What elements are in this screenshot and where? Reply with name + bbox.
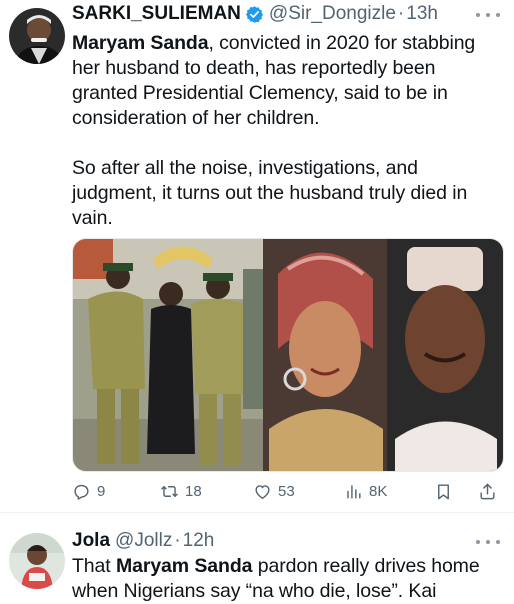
like-count: 53 [278, 482, 295, 500]
text-line: consideration of her children. [72, 107, 320, 129]
retweet-button[interactable]: 18 [160, 479, 202, 503]
text-line: vain. [72, 207, 113, 229]
share-icon [480, 483, 495, 499]
text-line: pardon really drives home [252, 555, 480, 577]
display-name[interactable]: SARKI_SULIEMAN [72, 3, 241, 25]
views-icon [347, 484, 361, 499]
timestamp[interactable]: 13h [406, 3, 438, 25]
text-line: granted Presidential Clemency, said to b… [72, 82, 448, 104]
more-icon[interactable] [476, 6, 500, 24]
share-button[interactable] [478, 479, 503, 503]
tweet-header: Jola @Jollz · 12h [72, 529, 214, 553]
tweet-text: Maryam Sanda, convicted in 2020 for stab… [72, 31, 502, 231]
timestamp[interactable]: 12h [183, 530, 215, 552]
separator-dot: · [174, 530, 181, 551]
separator-dot: · [397, 3, 405, 24]
reply-icon [74, 484, 89, 500]
tweet-text: That Maryam Sanda pardon really drives h… [72, 554, 502, 604]
display-name[interactable]: Jola [72, 530, 110, 552]
avatar[interactable] [9, 8, 65, 64]
bold-name: Maryam Sanda [115, 555, 253, 577]
text-line: when Nigerians say “na who die, lose”. K… [72, 580, 437, 602]
reply-count: 9 [97, 482, 106, 500]
user-handle[interactable]: @Jollz [115, 530, 172, 552]
tweet[interactable]: Jola @Jollz · 12h That Maryam Sanda pard… [0, 513, 514, 602]
retweet-icon [161, 485, 178, 497]
like-button[interactable]: 53 [253, 479, 295, 503]
tweet-actions: 9 18 53 8K [72, 479, 502, 503]
text-line: That [72, 555, 116, 577]
text-line: So after all the noise, investigations, … [72, 157, 418, 179]
retweet-count: 18 [185, 482, 202, 500]
text-line: , convicted in 2020 for stabbing [208, 32, 476, 54]
like-icon [255, 484, 270, 499]
verified-badge-icon [245, 5, 263, 23]
tweet-header: SARKI_SULIEMAN @Sir_Dongizle · 13h [72, 2, 438, 26]
media-image[interactable] [72, 238, 504, 472]
bold-name: Maryam Sanda [72, 32, 209, 54]
views-count: 8K [369, 482, 388, 500]
user-handle[interactable]: @Sir_Dongizle [269, 3, 396, 25]
bookmark-button[interactable] [434, 479, 459, 503]
more-icon[interactable] [476, 533, 500, 551]
text-line: her husband to death, has reportedly bee… [72, 57, 436, 79]
views-button[interactable]: 8K [344, 479, 387, 503]
reply-button[interactable]: 9 [72, 479, 105, 503]
bookmark-icon [438, 483, 449, 499]
tweet[interactable]: SARKI_SULIEMAN @Sir_Dongizle · 13h Marya… [0, 0, 514, 513]
text-line: judgment, it turns out the husband truly… [72, 182, 468, 204]
avatar[interactable] [9, 533, 65, 589]
